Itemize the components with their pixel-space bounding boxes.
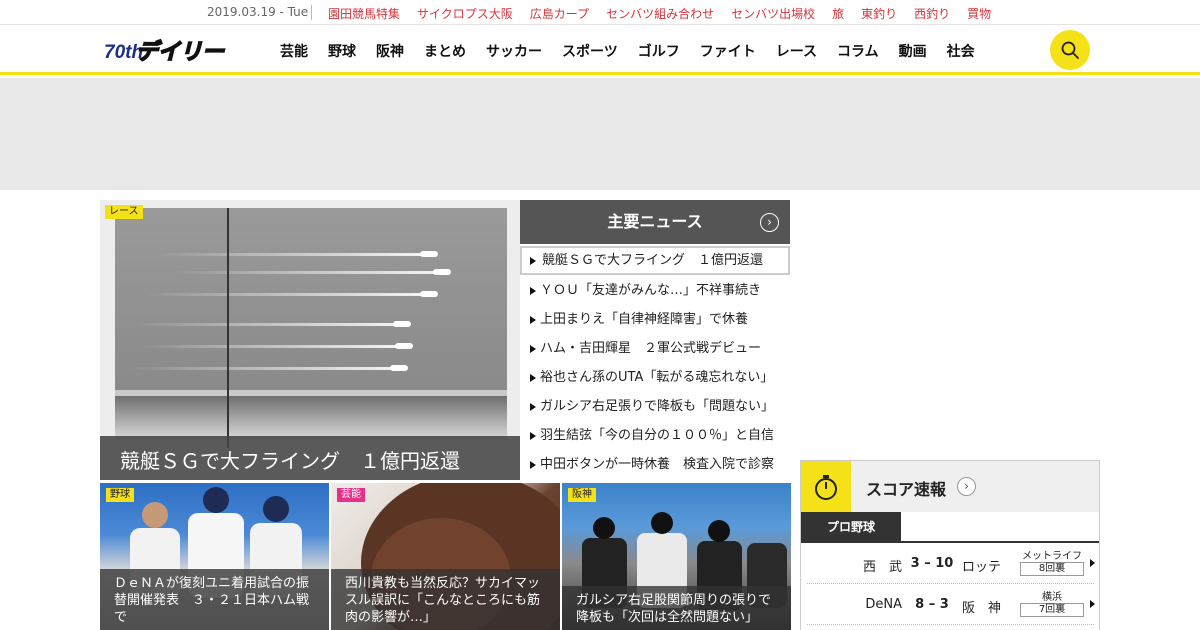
stadium-name: メットライフ [1022,551,1082,562]
news-thumb[interactable]: 野球 ＤｅＮＡが復刻ユニ着用試合の振替開催発表 ３・２１日本ハム戦で [100,483,329,630]
nav-item[interactable]: 芸能 [280,41,308,61]
news-item[interactable]: 羽生結弦「今の自分の１００％」と自信 [520,421,790,450]
main-story-image [115,208,507,448]
daily-logo[interactable]: 70th デイリー [104,37,234,63]
boat [433,269,451,275]
divider [311,5,312,20]
quick-link[interactable]: 買物 [967,5,991,22]
inning-badge: 7回裏 [1020,603,1084,617]
boat-wake [145,293,425,296]
score-row[interactable]: 西 武 3 – 10 ロッテ メットライフ 8回裏 [807,544,1095,584]
category-tag: レース [105,205,143,219]
divider [801,541,1099,543]
away-team: ロッテ [962,560,1002,575]
nav-item[interactable]: まとめ [424,41,466,61]
boat-wake [130,367,395,370]
news-item[interactable]: ハム・吉田輝星 ２軍公式戦デビュー [520,334,790,363]
inning-badge: 8回裏 [1020,562,1084,576]
category-tag: 阪神 [568,488,596,502]
home-team: DeNA [865,597,902,612]
quick-link[interactable]: センバツ出場校 [731,5,815,22]
finish-line [227,208,229,448]
nav-item[interactable]: 野球 [328,41,356,61]
nav-item[interactable]: 阪神 [376,41,404,61]
news-thumb[interactable]: 阪神 ガルシア右足股関節周りの張りで降板も「次回は全然問題ない」 [562,483,791,630]
nav-item[interactable]: 動画 [899,41,927,61]
boat [420,291,438,297]
chevron-right-icon[interactable]: › [957,477,976,496]
category-tag: 芸能 [337,488,365,502]
main-story-headline[interactable]: 競艇ＳＧで大フライング １億円返還 [100,436,520,480]
date-label: 2019.03.19 - Tue [207,5,309,19]
thumb-caption: ガルシア右足股関節周りの張りで降板も「次回は全然問題ない」 [562,586,791,630]
play-icon[interactable] [1090,559,1095,567]
quick-link[interactable]: 旅 [832,5,844,22]
thumb-caption: 西川貴教も当然反応？サカイマッスル誤訳に「こんなところにも筋肉の影響が…」 [331,569,560,630]
quick-link[interactable]: 西釣り [914,5,950,22]
boat [390,365,408,371]
search-icon [1061,41,1079,59]
news-item[interactable]: ガルシア右足張りで降板も「問題ない」 [520,392,790,421]
score-panel: スコア速報 › プロ野球 西 武 3 – 10 ロッテ メットライフ 8回裏 D… [800,460,1100,630]
search-button[interactable] [1050,30,1090,70]
nav-item[interactable]: スポーツ [562,41,618,61]
home-team: 西 武 [862,560,902,575]
game-score: 3 – 10 [910,556,954,571]
major-news: 主要ニュース › 競艇ＳＧで大フライング １億円返還 ＹＯＵ「友達がみんな…」不… [520,200,790,480]
quick-link[interactable]: 東釣り [861,5,897,22]
boat [393,321,411,327]
boat-wake [175,271,440,274]
news-item[interactable]: ＹＯＵ「友達がみんな…」不祥事続き [520,276,790,305]
play-icon[interactable] [1090,600,1095,608]
quick-link[interactable]: サイクロプス大阪 [417,5,513,22]
news-item[interactable]: 裕也さん孫のUTA「転がる魂忘れない」 [520,363,790,392]
boat-wake [155,253,425,256]
stadium-name: 横浜 [1042,592,1062,603]
news-item[interactable]: 競艇ＳＧで大フライング １億円返還 [520,246,790,275]
water-area [115,208,507,390]
chevron-right-icon[interactable]: › [760,213,779,232]
nav-item[interactable]: サッカー [486,41,542,61]
major-news-header[interactable]: 主要ニュース › [520,200,790,244]
stopwatch-icon [801,461,851,512]
ad-banner [0,78,1200,190]
logo-text: デイリー [136,39,225,63]
nav-item[interactable]: レース [776,41,817,61]
category-tag: 野球 [106,488,134,502]
site-header: 70th デイリー 芸能 野球 阪神 まとめ サッカー スポーツ ゴルフ ファイ… [0,25,1200,75]
tab-pro-baseball[interactable]: プロ野球 [801,512,901,542]
away-team: 阪 神 [962,601,1002,616]
quick-links: 園田競馬特集 サイクロプス大阪 広島カープ センバツ組み合わせ センバツ出場校 … [328,5,1008,22]
top-strip: 2019.03.19 - Tue 園田競馬特集 サイクロプス大阪 広島カープ セ… [0,0,1200,25]
score-header[interactable]: スコア速報 › [801,461,1099,512]
nav-item[interactable]: ゴルフ [638,41,680,61]
boat [420,251,438,257]
game-score: 8 – 3 [915,597,949,612]
news-item[interactable]: 中田ボタンが一時休養 検査入院で診察 [520,450,790,479]
quick-link[interactable]: 広島カープ [530,5,589,22]
boat-wake [135,323,400,326]
nav-item[interactable]: 社会 [947,41,975,61]
thumb-caption: ＤｅＮＡが復刻ユニ着用試合の振替開催発表 ３・２１日本ハム戦で [100,569,329,630]
score-title: スコア速報 [866,480,947,499]
boat-wake [140,345,400,348]
major-news-title: 主要ニュース [607,212,703,231]
news-thumb[interactable]: 芸能 西川貴教も当然反応？サカイマッスル誤訳に「こんなところにも筋肉の影響が…」 [331,483,560,630]
boat [395,343,413,349]
news-item[interactable]: 上田まりえ「自律神経障害」で休養 [520,305,790,334]
score-row[interactable]: DeNA 8 – 3 阪 神 横浜 7回裏 [807,585,1095,625]
nav-item[interactable]: ファイト [700,41,756,61]
main-nav: 芸能 野球 阪神 まとめ サッカー スポーツ ゴルフ ファイト レース コラム … [280,41,995,61]
nav-item[interactable]: コラム [837,41,879,61]
quick-link[interactable]: 園田競馬特集 [328,5,400,22]
main-story[interactable]: レース 競艇ＳＧで大フライング １億円返還 [100,200,520,480]
quick-link[interactable]: センバツ組み合わせ [606,5,714,22]
timing-scale [115,396,507,440]
